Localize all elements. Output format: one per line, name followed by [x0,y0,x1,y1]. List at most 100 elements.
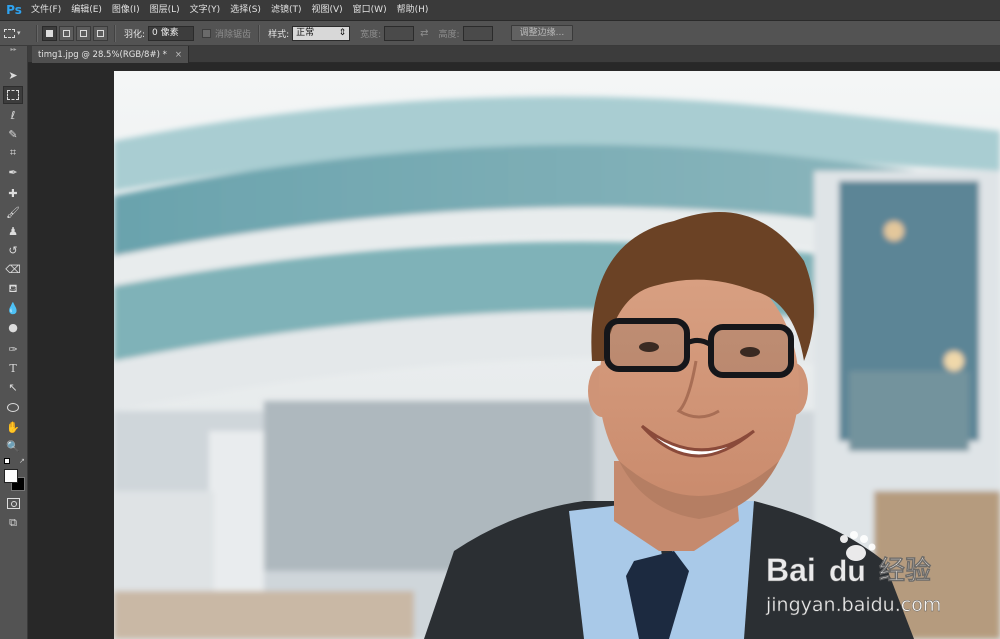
eraser-tool[interactable]: ⌫ [3,260,23,278]
crop-icon: ⌗ [9,146,17,159]
dodge-icon: ● [8,320,18,334]
feather-label: 羽化: [124,29,146,40]
document-title: timg1.jpg @ 28.5%(RGB/8#) * [38,49,167,60]
quick-select-tool[interactable]: ✎ [3,125,23,143]
history-brush-tool[interactable]: ↺ [3,241,23,259]
tool-preset-picker[interactable]: ▾ [4,24,32,43]
eyedropper-tool[interactable]: ✒ [3,163,23,181]
crop-tool[interactable]: ⌗ [3,144,23,162]
menu-select[interactable]: 选择(S) [225,0,266,21]
screen-mode-button[interactable]: ⧉ [3,514,23,532]
history-brush-icon: ↺ [8,243,18,257]
chevron-updown-icon: ⇕ [338,27,347,38]
menu-layer[interactable]: 图层(L) [145,0,185,21]
bandage-icon: ✚ [8,186,18,200]
type-tool[interactable]: T [3,359,23,377]
quick-mask-icon [6,497,20,509]
brush-icon: 🖌 [6,205,20,219]
watermark-brand-b: du [829,555,866,588]
paint-bucket-tool[interactable]: ⛾ [3,280,23,298]
options-bar: ▾ 羽化: 0 像素 消除锯齿 样式: 正常 ⇕ 宽度: ⇄ 高度: 调整边缘..… [0,21,1000,46]
menu-view[interactable]: 视图(V) [306,0,347,21]
menu-filter[interactable]: 滤镜(T) [266,0,307,21]
style-value: 正常 [296,27,315,38]
canvas-area[interactable]: Bai du 经验 jingyan.baidu.com [28,63,1000,639]
quick-mask-button[interactable] [3,494,23,512]
blur-tool[interactable]: 💧 [3,299,23,317]
tools-panel: ▸▸ ➤ ℓ ✎ ⌗ ✒ ✚ 🖌 ♟ ↺ ⌫ ⛾ 💧 ● ✑ T ↖ ✋ 🔍 ↗… [0,46,28,639]
eraser-icon: ⌫ [5,262,21,276]
style-select[interactable]: 正常 ⇕ [292,25,351,41]
photoshop-logo: Ps [6,3,22,17]
path-select-icon: ↖ [8,380,18,394]
swap-dimensions-icon[interactable]: ⇄ [420,28,428,39]
divider [114,24,116,42]
add-selection-icon [63,29,70,37]
clone-stamp-tool[interactable]: ♟ [3,222,23,240]
panel-grip-icon[interactable]: ▸▸ [0,47,27,53]
brush-tool[interactable]: 🖌 [3,203,23,221]
antialias-label: 消除锯齿 [215,29,252,40]
close-icon[interactable]: × [175,50,182,60]
divider [258,24,261,42]
hand-tool[interactable]: ✋ [3,418,23,436]
shape-tool[interactable] [3,398,23,416]
document-tab[interactable]: timg1.jpg @ 28.5%(RGB/8#) * × [32,46,189,63]
watermark-brand-c: 经验 [879,555,931,586]
dodge-tool[interactable]: ● [3,318,23,336]
menu-type[interactable]: 文字(Y) [185,0,226,21]
style-label: 样式: [268,29,290,40]
type-icon: T [9,361,17,375]
menu-file[interactable]: 文件(F) [26,0,66,21]
quick-select-icon: ✎ [8,127,18,141]
magnifier-icon: 🔍 [6,439,20,453]
eyedropper-icon: ✒ [8,165,18,179]
new-selection-icon [46,29,53,37]
menu-bar: Ps 文件(F) 编辑(E) 图像(I) 图层(L) 文字(Y) 选择(S) 滤… [0,0,1000,21]
lasso-tool[interactable]: ℓ [3,106,23,124]
ellipse-icon [7,402,19,412]
pen-icon: ✑ [8,342,18,356]
lasso-icon: ℓ [10,108,16,122]
stamp-icon: ♟ [8,224,18,238]
marquee-tool[interactable] [3,86,23,104]
refine-edge-button[interactable]: 调整边缘... [510,25,574,41]
intersect-selection-icon [97,29,104,37]
width-input[interactable] [384,25,415,41]
height-input[interactable] [462,25,493,41]
healing-brush-tool[interactable]: ✚ [3,184,23,202]
width-label: 宽度: [360,29,382,40]
pen-tool[interactable]: ✑ [3,340,23,358]
screen-mode-icon: ⧉ [9,516,17,529]
move-icon: ➤ [8,68,18,82]
foreground-color-swatch[interactable] [4,469,18,483]
watermark-url: jingyan.baidu.com [765,594,941,616]
watermark-brand-a: Bai [766,552,816,588]
menu-edit[interactable]: 编辑(E) [66,0,107,21]
height-label: 高度: [438,29,460,40]
intersect-selection-button[interactable] [93,25,108,41]
move-tool[interactable]: ➤ [3,66,23,84]
path-select-tool[interactable]: ↖ [3,378,23,396]
drop-icon: 💧 [6,301,20,315]
rect-marquee-icon [4,28,15,38]
new-selection-button[interactable] [42,25,57,41]
subtract-from-selection-button[interactable] [76,25,91,41]
feather-input[interactable]: 0 像素 [148,25,195,41]
bucket-icon: ⛾ [8,281,18,295]
add-to-selection-button[interactable] [59,25,74,41]
document-image[interactable]: Bai du 经验 jingyan.baidu.com [114,71,1000,639]
menu-image[interactable]: 图像(I) [107,0,145,21]
subtract-selection-icon [80,29,87,37]
rect-marquee-icon [7,90,19,100]
hand-icon: ✋ [6,420,20,434]
zoom-tool[interactable]: 🔍 [3,437,23,455]
chevron-down-icon: ▾ [17,29,21,37]
menu-help[interactable]: 帮助(H) [392,0,434,21]
document-tab-bar: timg1.jpg @ 28.5%(RGB/8#) * × [28,46,1000,63]
menu-window[interactable]: 窗口(W) [348,0,392,21]
antialias-checkbox[interactable] [202,28,212,38]
default-colors-icon[interactable]: ↗ [3,457,25,465]
divider [36,24,38,42]
photo-portrait: Bai du 经验 jingyan.baidu.com [114,71,1000,639]
